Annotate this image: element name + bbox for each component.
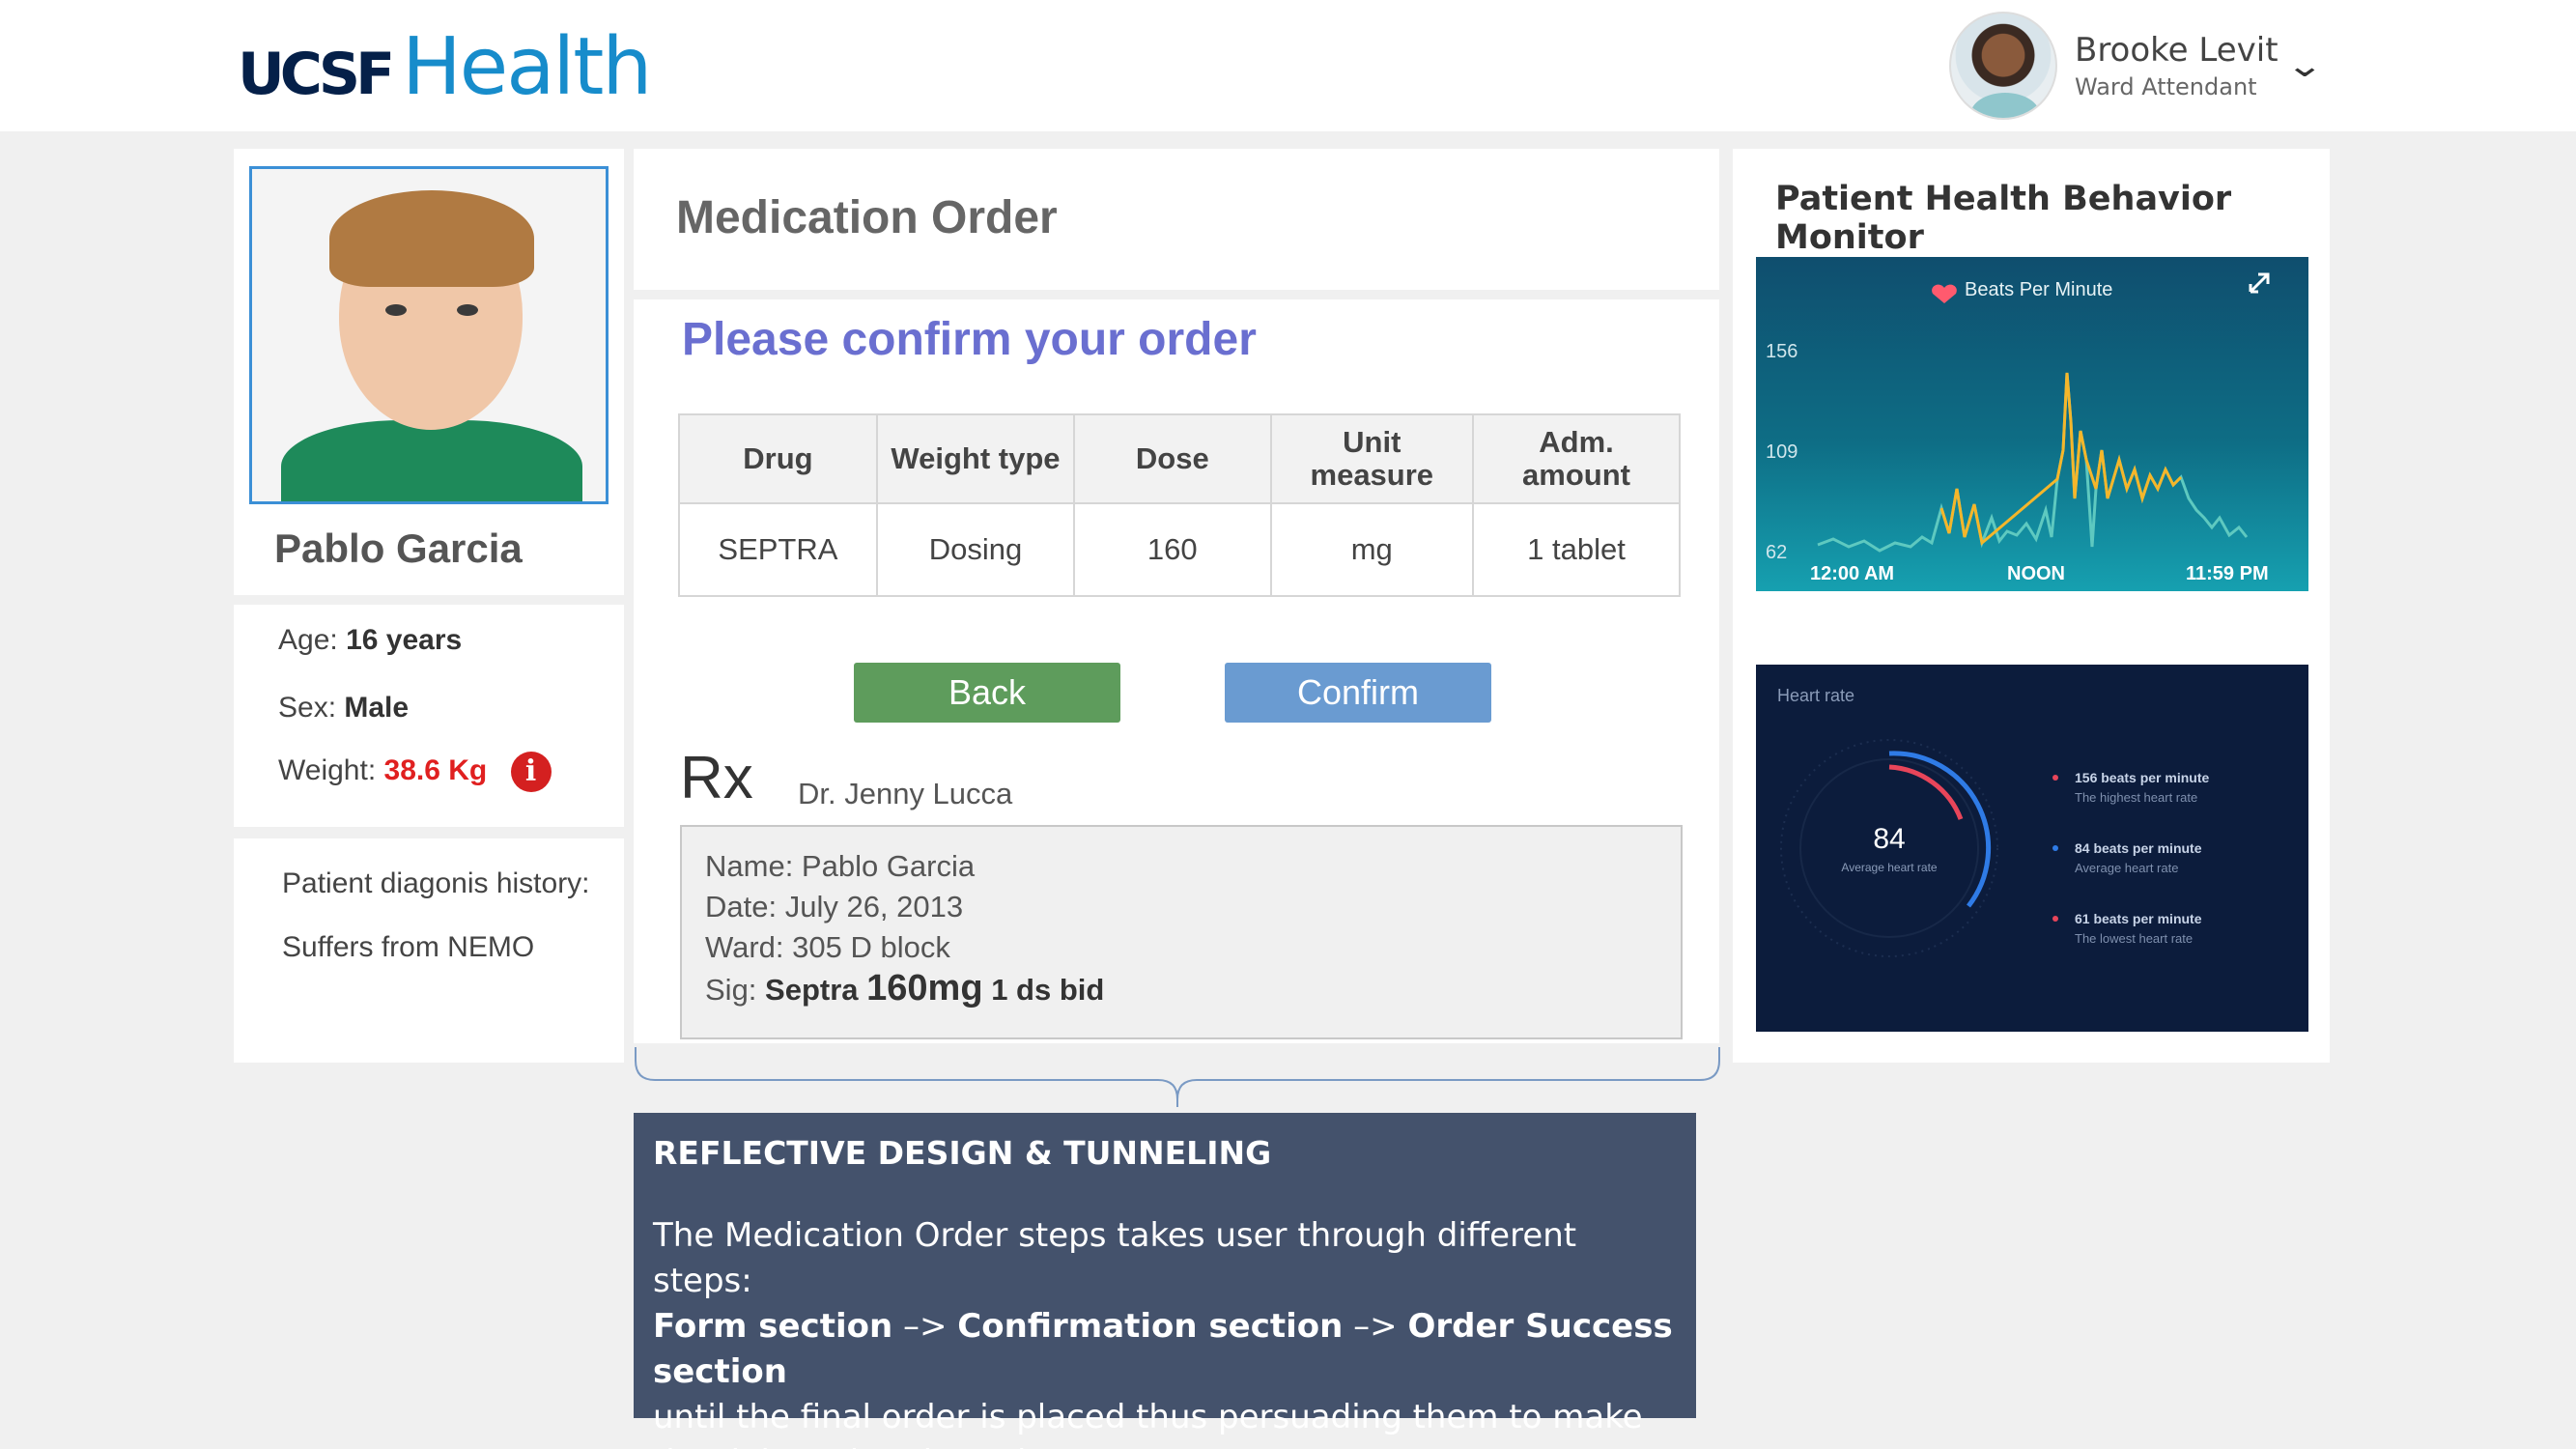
photo-shirt [281,420,582,501]
weight-label: Weight: [278,753,377,786]
heart-icon [1932,284,1957,303]
page-title-card: Medication Order [634,149,1719,290]
monitor-title: Patient Health Behavior Monitor [1775,180,2232,257]
avg-heart-value: 84 [1873,823,1905,855]
weight-value: 38.6 Kg [383,753,488,786]
patient-weight: Weight: 38.6 Kg i [278,752,552,792]
heart-rate-title: Heart rate [1777,686,1854,705]
legend-high-desc: The highest heart rate [2075,790,2197,805]
confirm-heading: Please confirm your order [682,314,1257,365]
sex-value: Male [344,692,410,724]
patient-history-card: Patient diagonis history: Suffers from N… [234,838,624,1063]
cell-adm-amount: 1 tablet [1472,502,1681,597]
sig-dose: 160mg [866,968,983,1009]
callout-arrow2: –> [1343,1307,1408,1346]
patient-name: Pablo Garcia [274,526,523,571]
cell-drug: SEPTRA [678,502,878,597]
callout-step2: Confirmation section [957,1307,1344,1346]
patient-sex: Sex: Male [278,692,409,724]
history-value: Suffers from NEMO [282,931,535,963]
photo-eye-left [385,304,407,316]
history-label: Patient diagonis history: [282,867,590,899]
x-tick-start: 12:00 AM [1810,563,1894,584]
sig-drug: Septra [765,973,859,1007]
y-tick-109: 109 [1766,441,1798,463]
bpm-chart-title: Beats Per Minute [1932,279,2112,303]
table-row: SEPTRA Dosing 160 mg 1 tablet [678,502,1681,597]
order-table-header: Drug Weight type Dose Unit measure Adm. … [678,413,1681,504]
legend-low-value: 61 beats per minute [2075,911,2202,926]
patient-photo-card: Pablo Garcia [234,149,624,595]
callout-line3: until the final order is placed thus per… [653,1398,1643,1449]
callout-arrow1: –> [892,1307,958,1346]
cell-unit-measure: mg [1269,502,1475,597]
y-tick-156: 156 [1766,341,1798,362]
sig-label: Sig: [705,973,757,1007]
legend-low-desc: The lowest heart rate [2075,931,2193,946]
col-drug: Drug [678,413,878,504]
photo-hair [329,190,534,287]
x-tick-noon: NOON [2007,563,2065,584]
callout-body: The Medication Order steps takes user th… [653,1213,1677,1449]
legend-dot-avg [2052,845,2058,851]
ucsf-health-logo[interactable]: UCSF Health [238,21,652,113]
callout-brace [635,1047,1720,1107]
confirm-button[interactable]: Confirm [1225,663,1491,723]
patient-photo [249,166,609,504]
user-role: Ward Attendant [2075,73,2257,100]
order-table: Drug Weight type Dose Unit measure Adm. … [678,413,1681,597]
logo-health-text: Health [402,21,652,113]
info-alert-icon[interactable]: i [510,752,552,792]
avg-heart-label: Average heart rate [1841,861,1938,874]
rx-sig: Sig: Septra 160mg 1 ds bid [705,968,1657,1010]
col-unit-measure: Unit measure [1269,413,1475,504]
order-confirm-card: Please confirm your order Drug Weight ty… [634,299,1719,1043]
legend-dot-low [2052,916,2058,922]
user-profile[interactable]: Brooke Levit Ward Attendant [1949,12,2279,120]
design-callout: REFLECTIVE DESIGN & TUNNELING The Medica… [634,1113,1696,1449]
legend-dot-high [2052,775,2058,781]
cell-dose: 160 [1073,502,1272,597]
back-button[interactable]: Back [854,663,1120,723]
user-avatar [1949,12,2057,120]
chevron-down-icon[interactable]: ⌄ [2285,46,2324,85]
col-adm-amount: Adm. amount [1472,413,1681,504]
col-dose: Dose [1073,413,1272,504]
prescription-summary: Name: Pablo Garcia Date: July 26, 2013 W… [680,825,1683,1039]
callout-title: REFLECTIVE DESIGN & TUNNELING [653,1134,1272,1172]
rx-date: Date: July 26, 2013 [705,890,964,923]
patient-age: Age: 16 years [278,624,462,657]
photo-eye-right [457,304,478,316]
expand-icon[interactable] [2249,272,2270,294]
patient-info-card: Age: 16 years Sex: Male Weight: 38.6 Kg … [234,605,624,827]
legend-avg-value: 84 beats per minute [2075,840,2202,856]
col-weight-type: Weight type [875,413,1076,504]
callout-step1: Form section [653,1307,893,1346]
x-tick-end: 11:59 PM [2186,563,2269,584]
app-header: UCSF Health Brooke Levit Ward Attendant … [0,0,2576,131]
sex-label: Sex: [278,692,337,724]
rx-ward: Ward: 305 D block [705,930,950,964]
heart-rate-panel: Heart rate 84 Average heart rate 156 bea… [1756,665,2308,1032]
cell-weight-type: Dosing [875,502,1076,597]
page-title: Medication Order [676,192,1058,243]
sig-frequency: 1 ds bid [991,973,1105,1007]
age-value: 16 years [346,624,463,656]
logo-ucsf-text: UCSF [238,41,395,108]
legend-avg-desc: Average heart rate [2075,861,2178,875]
bpm-title-text: Beats Per Minute [1965,279,2112,300]
health-monitor-card: Patient Health Behavior Monitor Beats Pe… [1733,149,2330,1063]
user-info: Brooke Levit Ward Attendant [2075,29,2279,102]
bpm-chart: Beats Per Minute 156 109 62 12:00 AM NOO… [1756,257,2308,591]
bpm-peak-line [1939,372,2183,546]
bpm-line [1817,372,2249,553]
rx-symbol: Rx [680,745,753,811]
rx-patient-name: Name: Pablo Garcia [705,849,976,883]
user-name: Brooke Levit [2075,31,2279,70]
doctor-name: Dr. Jenny Lucca [798,777,1013,810]
legend-high-value: 156 beats per minute [2075,770,2209,785]
y-tick-62: 62 [1766,542,1787,563]
callout-line1: The Medication Order steps takes user th… [653,1216,1577,1300]
age-label: Age: [278,624,338,656]
